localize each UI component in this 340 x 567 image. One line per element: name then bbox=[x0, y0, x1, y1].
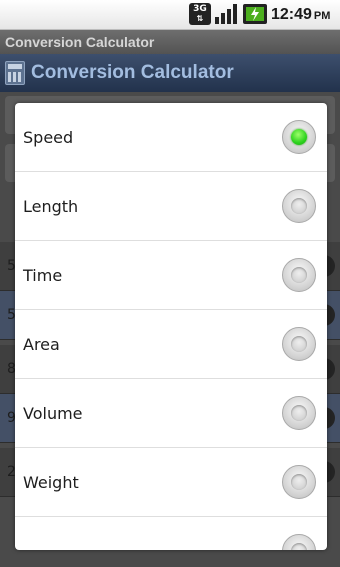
unit-category-dialog: Speed Length Time Area Volume Weight bbox=[15, 103, 327, 550]
status-bar: 3G ⇅ 12:49 PM bbox=[0, 0, 340, 30]
radio-dot-icon bbox=[291, 267, 307, 283]
option-partially-visible[interactable] bbox=[15, 517, 327, 550]
network-3g-icon: 3G ⇅ bbox=[189, 3, 211, 25]
radio-button[interactable] bbox=[282, 189, 316, 223]
radio-dot-icon bbox=[291, 474, 307, 490]
option-label: Length bbox=[23, 197, 79, 216]
calculator-icon bbox=[5, 61, 25, 85]
data-arrows-icon: ⇅ bbox=[196, 14, 204, 23]
option-speed[interactable]: Speed bbox=[15, 103, 327, 172]
clock-ampm: PM bbox=[313, 10, 331, 22]
radio-dot-icon bbox=[291, 543, 307, 550]
radio-dot-icon bbox=[291, 336, 307, 352]
option-time[interactable]: Time bbox=[15, 241, 327, 310]
option-label: Area bbox=[23, 335, 60, 354]
option-weight[interactable]: Weight bbox=[15, 448, 327, 517]
option-label: Speed bbox=[23, 128, 74, 147]
radio-button[interactable] bbox=[282, 327, 316, 361]
radio-button[interactable] bbox=[282, 396, 316, 430]
radio-button[interactable] bbox=[282, 258, 316, 292]
option-volume[interactable]: Volume bbox=[15, 379, 327, 448]
radio-button[interactable] bbox=[282, 534, 316, 550]
radio-button[interactable] bbox=[282, 465, 316, 499]
battery-charging-icon bbox=[243, 4, 267, 24]
option-area[interactable]: Area bbox=[15, 310, 327, 379]
window-title: Conversion Calculator bbox=[5, 34, 155, 50]
app-header: Conversion Calculator bbox=[0, 54, 340, 92]
option-label: Volume bbox=[23, 404, 83, 423]
app-title: Conversion Calculator bbox=[31, 62, 234, 83]
signal-strength-icon bbox=[215, 4, 237, 24]
option-length[interactable]: Length bbox=[15, 172, 327, 241]
option-label: Weight bbox=[23, 473, 79, 492]
window-title-bar: Conversion Calculator bbox=[0, 30, 340, 54]
option-label: Time bbox=[23, 266, 63, 285]
clock: 12:49 PM bbox=[271, 3, 330, 27]
clock-time: 12:49 bbox=[271, 6, 312, 23]
radio-dot-icon bbox=[291, 405, 307, 421]
radio-dot-icon bbox=[291, 198, 307, 214]
radio-button-selected[interactable] bbox=[282, 120, 316, 154]
network-type-label: 3G bbox=[193, 4, 207, 14]
radio-dot-icon bbox=[291, 129, 307, 145]
